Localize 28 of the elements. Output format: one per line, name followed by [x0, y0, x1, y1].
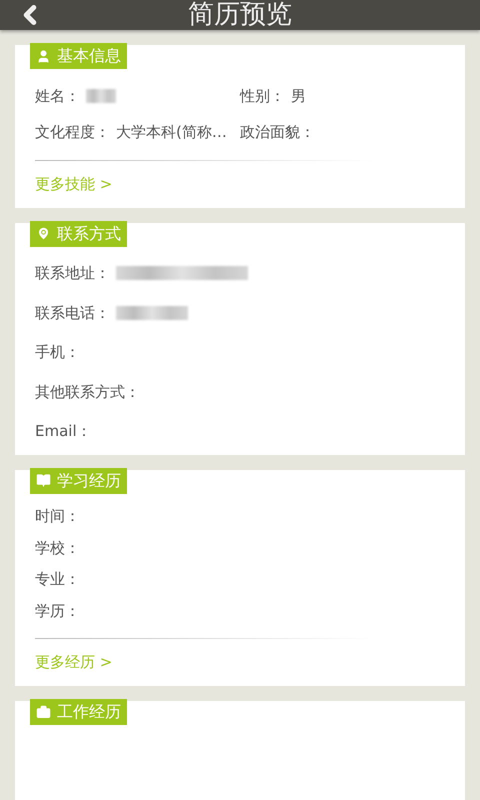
- field-label: 联系地址：: [35, 263, 110, 284]
- field-label: 学历：: [35, 600, 80, 622]
- field-label: 政治面貌：: [240, 122, 315, 143]
- page-title: 简历预览: [188, 0, 292, 32]
- section-title: 工作经历: [57, 701, 121, 723]
- field-label: 性别：: [240, 86, 285, 106]
- section-title: 联系方式: [57, 222, 121, 244]
- section-title: 基本信息: [57, 45, 121, 67]
- field-label: 学校：: [35, 538, 80, 558]
- more-link[interactable]: 更多经历 >: [35, 651, 112, 674]
- field-value: 男: [291, 86, 306, 106]
- briefcase-icon: [36, 704, 51, 720]
- field-value: 大学本科(简称…: [116, 122, 227, 143]
- blurred-value: [116, 306, 188, 320]
- location-pin-icon: [36, 226, 51, 241]
- field-label: 时间：: [35, 506, 80, 527]
- field-label: 文化程度：: [35, 122, 110, 143]
- field-label: 专业：: [35, 569, 80, 590]
- book-icon: [36, 473, 51, 488]
- field-label: 联系电话：: [35, 302, 110, 324]
- field-label: 姓名：: [35, 86, 80, 106]
- person-icon: [36, 48, 51, 64]
- more-link[interactable]: 更多技能 >: [35, 172, 112, 195]
- blurred-value: [86, 88, 116, 103]
- field-label: Email：: [35, 421, 92, 442]
- field-label: 其他联系方式：: [35, 382, 140, 402]
- field-label: 手机：: [35, 342, 80, 363]
- section-title: 学习经历: [57, 470, 121, 492]
